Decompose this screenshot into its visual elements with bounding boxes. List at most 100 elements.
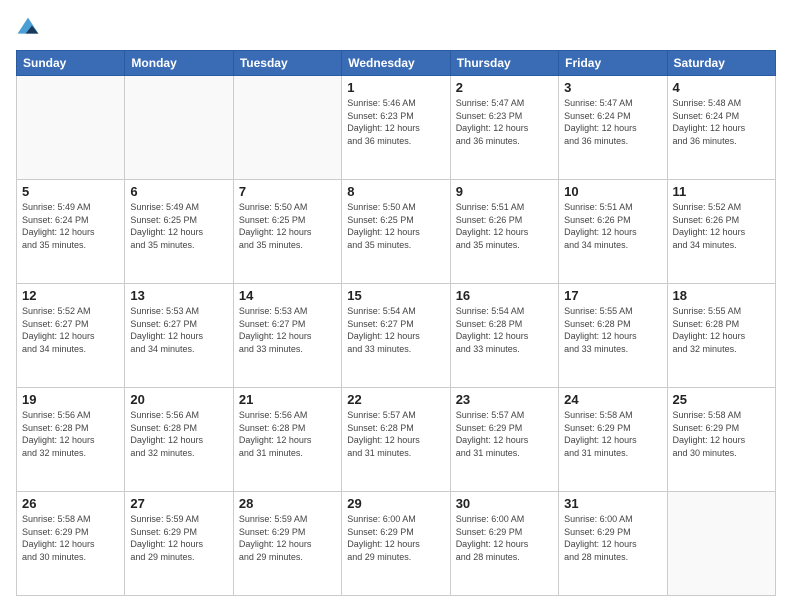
day-info: Sunrise: 5:47 AM Sunset: 6:23 PM Dayligh…: [456, 97, 553, 147]
calendar-week-2: 12 Sunrise: 5:52 AM Sunset: 6:27 PM Dayli…: [17, 284, 776, 388]
calendar-cell: 10 Sunrise: 5:51 AM Sunset: 6:26 PM Dayli…: [559, 180, 667, 284]
day-number: 25: [673, 392, 770, 407]
calendar-cell: 22 Sunrise: 5:57 AM Sunset: 6:28 PM Dayli…: [342, 388, 450, 492]
calendar-week-4: 26Sunrise: 5:58 AM Sunset: 6:29 PM Dayli…: [17, 492, 776, 596]
day-number: 8: [347, 184, 444, 199]
calendar-cell: 24 Sunrise: 5:58 AM Sunset: 6:29 PM Dayli…: [559, 388, 667, 492]
day-info: Sunrise: 5:46 AM Sunset: 6:23 PM Dayligh…: [347, 97, 444, 147]
day-info: Sunrise: 5:55 AM Sunset: 6:28 PM Dayligh…: [673, 305, 770, 355]
calendar-week-0: 1 Sunrise: 5:46 AM Sunset: 6:23 PM Daylig…: [17, 76, 776, 180]
day-info: Sunrise: 5:59 AM Sunset: 6:29 PM Dayligh…: [239, 513, 336, 563]
day-info: Sunrise: 6:00 AM Sunset: 6:29 PM Dayligh…: [456, 513, 553, 563]
day-number: 27: [130, 496, 227, 511]
day-info: Sunrise: 5:54 AM Sunset: 6:27 PM Dayligh…: [347, 305, 444, 355]
day-number: 21: [239, 392, 336, 407]
day-number: 19: [22, 392, 119, 407]
calendar-cell: [17, 76, 125, 180]
day-number: 5: [22, 184, 119, 199]
day-info: Sunrise: 5:51 AM Sunset: 6:26 PM Dayligh…: [564, 201, 661, 251]
day-info: Sunrise: 5:55 AM Sunset: 6:28 PM Dayligh…: [564, 305, 661, 355]
day-info: Sunrise: 6:00 AM Sunset: 6:29 PM Dayligh…: [564, 513, 661, 563]
day-info: Sunrise: 5:52 AM Sunset: 6:27 PM Dayligh…: [22, 305, 119, 355]
day-number: 30: [456, 496, 553, 511]
day-number: 14: [239, 288, 336, 303]
calendar-cell: 7 Sunrise: 5:50 AM Sunset: 6:25 PM Daylig…: [233, 180, 341, 284]
day-number: 18: [673, 288, 770, 303]
day-info: Sunrise: 5:53 AM Sunset: 6:27 PM Dayligh…: [239, 305, 336, 355]
day-number: 12: [22, 288, 119, 303]
day-info: Sunrise: 5:56 AM Sunset: 6:28 PM Dayligh…: [239, 409, 336, 459]
day-number: 28: [239, 496, 336, 511]
day-number: 13: [130, 288, 227, 303]
day-number: 15: [347, 288, 444, 303]
calendar-cell: 26Sunrise: 5:58 AM Sunset: 6:29 PM Dayli…: [17, 492, 125, 596]
calendar-cell: 13 Sunrise: 5:53 AM Sunset: 6:27 PM Dayli…: [125, 284, 233, 388]
day-info: Sunrise: 5:52 AM Sunset: 6:26 PM Dayligh…: [673, 201, 770, 251]
day-number: 22: [347, 392, 444, 407]
day-info: Sunrise: 5:56 AM Sunset: 6:28 PM Dayligh…: [130, 409, 227, 459]
day-info: Sunrise: 5:57 AM Sunset: 6:29 PM Dayligh…: [456, 409, 553, 459]
day-info: Sunrise: 5:49 AM Sunset: 6:24 PM Dayligh…: [22, 201, 119, 251]
day-number: 26: [22, 496, 119, 511]
calendar-cell: 21 Sunrise: 5:56 AM Sunset: 6:28 PM Dayli…: [233, 388, 341, 492]
day-info: Sunrise: 5:49 AM Sunset: 6:25 PM Dayligh…: [130, 201, 227, 251]
day-info: Sunrise: 5:51 AM Sunset: 6:26 PM Dayligh…: [456, 201, 553, 251]
calendar-cell: 15 Sunrise: 5:54 AM Sunset: 6:27 PM Dayli…: [342, 284, 450, 388]
calendar-cell: [233, 76, 341, 180]
day-info: Sunrise: 5:53 AM Sunset: 6:27 PM Dayligh…: [130, 305, 227, 355]
calendar-cell: 29Sunrise: 6:00 AM Sunset: 6:29 PM Dayli…: [342, 492, 450, 596]
day-info: Sunrise: 5:58 AM Sunset: 6:29 PM Dayligh…: [564, 409, 661, 459]
day-number: 10: [564, 184, 661, 199]
day-info: Sunrise: 5:57 AM Sunset: 6:28 PM Dayligh…: [347, 409, 444, 459]
day-info: Sunrise: 5:50 AM Sunset: 6:25 PM Dayligh…: [239, 201, 336, 251]
day-info: Sunrise: 5:58 AM Sunset: 6:29 PM Dayligh…: [673, 409, 770, 459]
calendar-cell: [667, 492, 775, 596]
header: [16, 16, 776, 40]
logo-icon: [16, 16, 40, 40]
day-number: 9: [456, 184, 553, 199]
calendar-header-friday: Friday: [559, 51, 667, 76]
calendar-cell: 17 Sunrise: 5:55 AM Sunset: 6:28 PM Dayli…: [559, 284, 667, 388]
calendar-header-sunday: Sunday: [17, 51, 125, 76]
day-number: 11: [673, 184, 770, 199]
calendar-cell: [125, 76, 233, 180]
calendar-cell: 30 Sunrise: 6:00 AM Sunset: 6:29 PM Dayli…: [450, 492, 558, 596]
day-number: 17: [564, 288, 661, 303]
calendar-cell: 27 Sunrise: 5:59 AM Sunset: 6:29 PM Dayli…: [125, 492, 233, 596]
calendar-cell: 31 Sunrise: 6:00 AM Sunset: 6:29 PM Dayli…: [559, 492, 667, 596]
calendar-cell: 5 Sunrise: 5:49 AM Sunset: 6:24 PM Daylig…: [17, 180, 125, 284]
calendar-cell: 6 Sunrise: 5:49 AM Sunset: 6:25 PM Daylig…: [125, 180, 233, 284]
calendar-week-3: 19 Sunrise: 5:56 AM Sunset: 6:28 PM Dayli…: [17, 388, 776, 492]
calendar-cell: 11 Sunrise: 5:52 AM Sunset: 6:26 PM Dayli…: [667, 180, 775, 284]
calendar-cell: 4Sunrise: 5:48 AM Sunset: 6:24 PM Daylig…: [667, 76, 775, 180]
day-number: 7: [239, 184, 336, 199]
day-info: Sunrise: 6:00 AM Sunset: 6:29 PM Dayligh…: [347, 513, 444, 563]
calendar-header-thursday: Thursday: [450, 51, 558, 76]
calendar-header-monday: Monday: [125, 51, 233, 76]
calendar-cell: 8Sunrise: 5:50 AM Sunset: 6:25 PM Daylig…: [342, 180, 450, 284]
day-number: 31: [564, 496, 661, 511]
day-number: 6: [130, 184, 227, 199]
calendar-cell: 3Sunrise: 5:47 AM Sunset: 6:24 PM Daylig…: [559, 76, 667, 180]
day-number: 1: [347, 80, 444, 95]
calendar-cell: 25 Sunrise: 5:58 AM Sunset: 6:29 PM Dayli…: [667, 388, 775, 492]
calendar-header-row: SundayMondayTuesdayWednesdayThursdayFrid…: [17, 51, 776, 76]
calendar-cell: 16Sunrise: 5:54 AM Sunset: 6:28 PM Dayli…: [450, 284, 558, 388]
day-number: 20: [130, 392, 227, 407]
calendar-cell: 19Sunrise: 5:56 AM Sunset: 6:28 PM Dayli…: [17, 388, 125, 492]
calendar-cell: 14 Sunrise: 5:53 AM Sunset: 6:27 PM Dayli…: [233, 284, 341, 388]
page: SundayMondayTuesdayWednesdayThursdayFrid…: [0, 0, 792, 612]
day-info: Sunrise: 5:59 AM Sunset: 6:29 PM Dayligh…: [130, 513, 227, 563]
day-info: Sunrise: 5:48 AM Sunset: 6:24 PM Dayligh…: [673, 97, 770, 147]
calendar-cell: 9 Sunrise: 5:51 AM Sunset: 6:26 PM Daylig…: [450, 180, 558, 284]
calendar-header-wednesday: Wednesday: [342, 51, 450, 76]
calendar-cell: 20 Sunrise: 5:56 AM Sunset: 6:28 PM Dayli…: [125, 388, 233, 492]
calendar-cell: 18 Sunrise: 5:55 AM Sunset: 6:28 PM Dayli…: [667, 284, 775, 388]
day-number: 24: [564, 392, 661, 407]
day-number: 2: [456, 80, 553, 95]
calendar-table: SundayMondayTuesdayWednesdayThursdayFrid…: [16, 50, 776, 596]
calendar-cell: 12 Sunrise: 5:52 AM Sunset: 6:27 PM Dayli…: [17, 284, 125, 388]
calendar-cell: 23Sunrise: 5:57 AM Sunset: 6:29 PM Dayli…: [450, 388, 558, 492]
calendar-cell: 2 Sunrise: 5:47 AM Sunset: 6:23 PM Daylig…: [450, 76, 558, 180]
calendar-week-1: 5 Sunrise: 5:49 AM Sunset: 6:24 PM Daylig…: [17, 180, 776, 284]
